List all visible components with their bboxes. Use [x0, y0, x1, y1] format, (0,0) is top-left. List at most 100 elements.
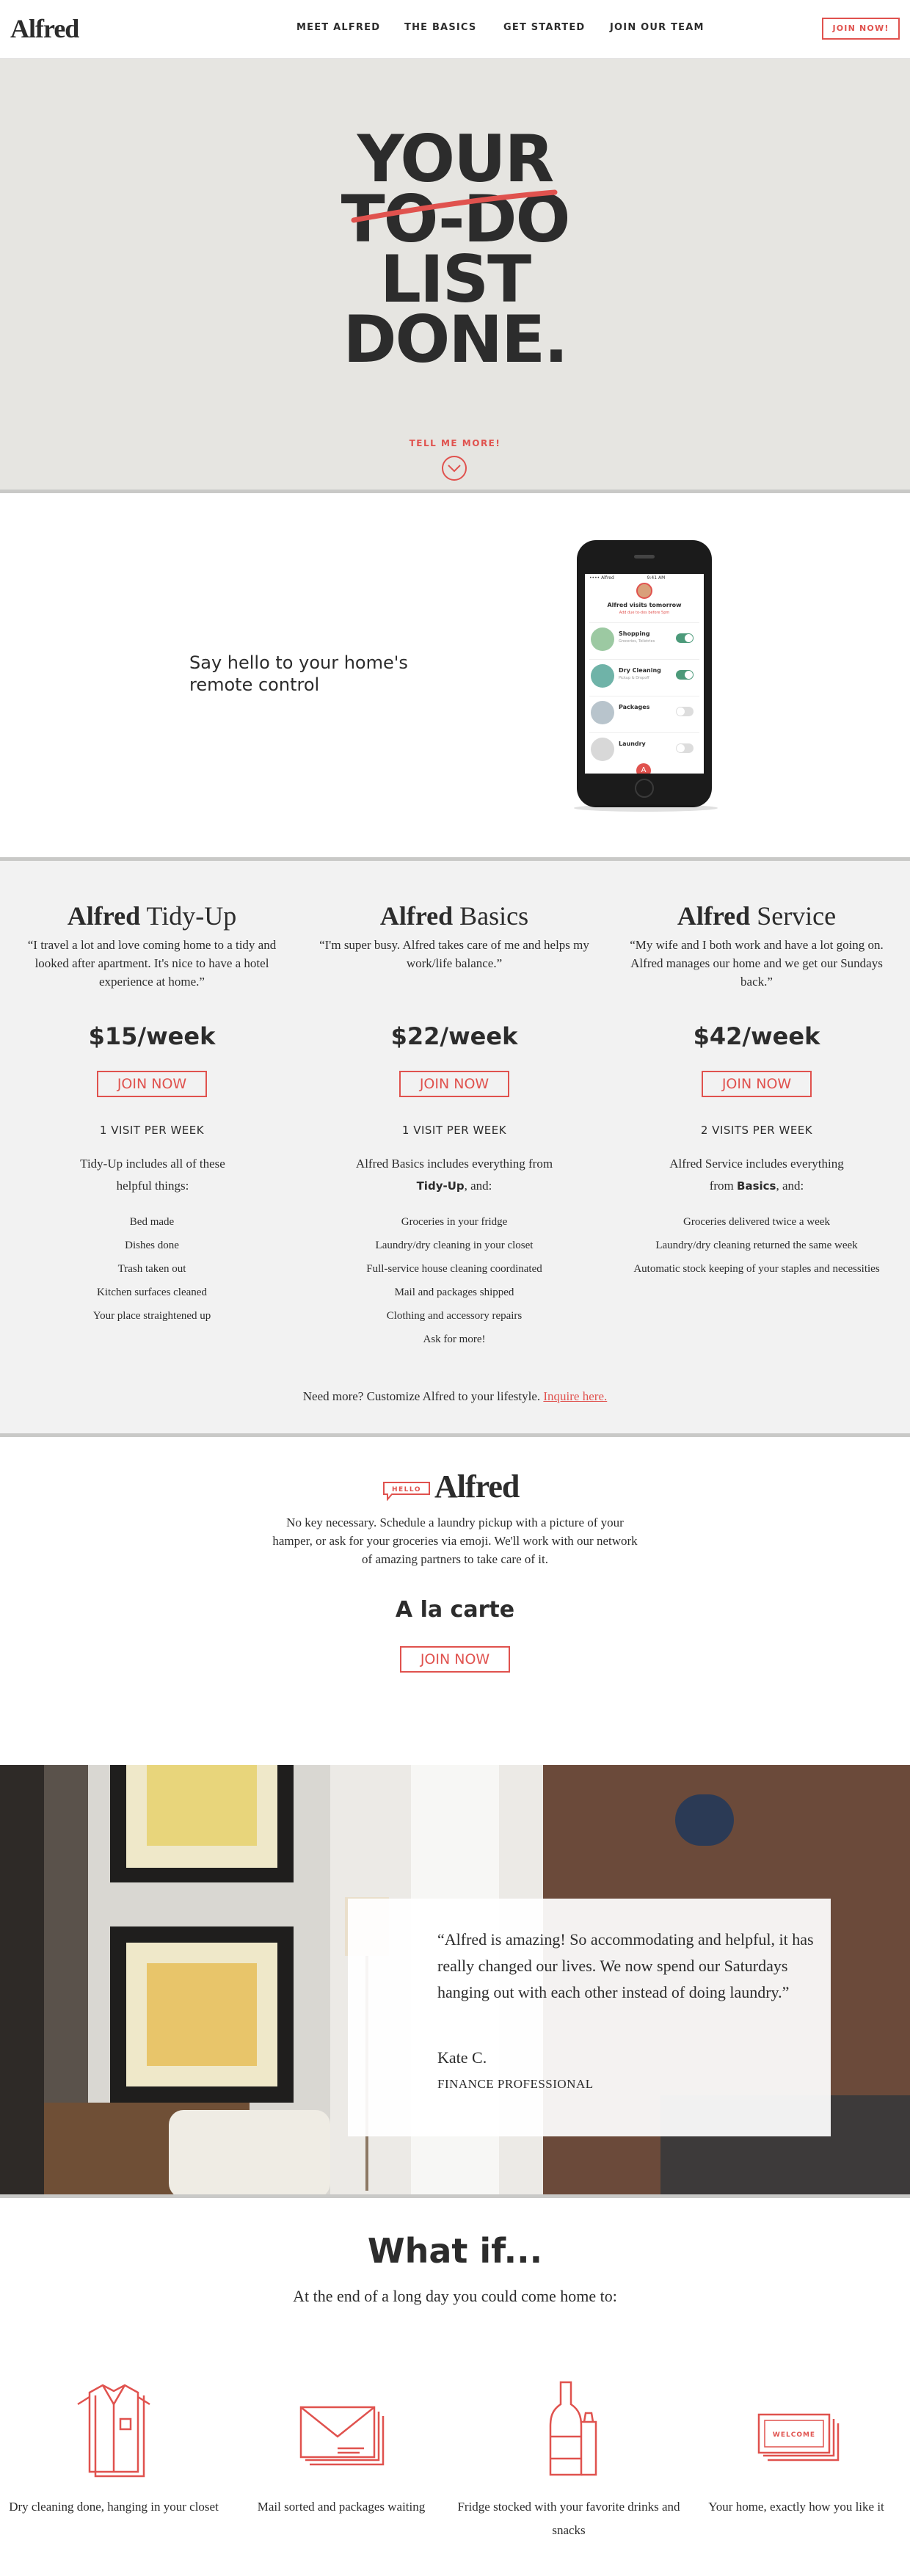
task-label: Laundry: [619, 741, 646, 747]
task-toggle[interactable]: [676, 633, 694, 643]
hello-badge-text: HELLO: [392, 1486, 421, 1493]
plan-intro: Alfred Service includes everything from …: [656, 1153, 857, 1197]
task-icon: [591, 701, 614, 724]
chevron-down-icon[interactable]: [441, 455, 467, 481]
testimonial-card: “Alfred is amazing! So accommodating and…: [348, 1899, 831, 2136]
plan-feature: Kitchen surfaces cleaned: [97, 1287, 207, 1298]
phone-status-time: 9:41 AM: [647, 575, 666, 581]
plan-intro-tail: , and:: [776, 1179, 804, 1193]
plan-price: $15/week: [88, 1022, 216, 1050]
plan-feature: Clothing and accessory repairs: [386, 1310, 523, 1322]
plan-quote: “I'm super busy. Alfred takes care of me…: [319, 938, 589, 970]
plan-brand: Alfred: [67, 901, 141, 931]
inquire-link[interactable]: Inquire here.: [543, 1389, 607, 1403]
plan-feature: Mail and packages shipped: [394, 1287, 514, 1298]
plan-visits: 2 VISITS PER WEEK: [700, 1124, 813, 1137]
plan-visits: 1 VISIT PER WEEK: [401, 1124, 507, 1137]
feature-home: WELCOME Your home, exactly how you like …: [682, 2378, 910, 2514]
phone-task-row[interactable]: Shopping Groceries, Toiletries: [589, 622, 699, 655]
nav-join-our-team[interactable]: JOIN OUR TEAM: [610, 22, 705, 33]
plan-join-button[interactable]: JOIN NOW: [399, 1071, 509, 1097]
plan-feature: Laundry/dry cleaning returned the same w…: [655, 1240, 858, 1251]
feature-dry-cleaning: Dry cleaning done, hanging in your close…: [0, 2378, 228, 2514]
testimonial-quote: “Alfred is amazing! So accommodating and…: [437, 1930, 814, 2001]
task-icon: [591, 664, 614, 688]
phone-status-carrier: •••• Alfred: [589, 575, 614, 581]
plan-brand: Alfred: [677, 901, 751, 931]
need-more-text: Need more? Customize Alfred to your life…: [0, 1389, 910, 1404]
phone-alfred-icon[interactable]: A: [636, 763, 651, 774]
task-label: Dry Cleaning: [619, 667, 661, 674]
logo[interactable]: Alfred: [10, 13, 79, 44]
plan-quote: “My wife and I both work and have a lot …: [630, 938, 884, 989]
task-toggle[interactable]: [676, 670, 694, 680]
plan-feature-list: Groceries delivered twice a week Laundry/…: [605, 1210, 909, 1281]
remote-tagline: Say hello to your home's remote control: [189, 652, 408, 695]
hero-line-done: DONE.: [343, 302, 568, 377]
phone-shadow: [574, 804, 718, 812]
task-toggle[interactable]: [676, 707, 694, 716]
plan-name: Basics: [459, 901, 529, 931]
phone-task-row[interactable]: Laundry: [589, 732, 699, 765]
plan-feature: Trash taken out: [117, 1263, 186, 1275]
plan-visits: 1 VISIT PER WEEK: [99, 1124, 205, 1137]
nav-get-started[interactable]: GET STARTED: [503, 22, 585, 33]
plan-feature: Bed made: [129, 1216, 175, 1228]
plan-intro-ref: Tidy-Up: [416, 1179, 465, 1193]
plan-feature-list: Bed made Dishes done Trash taken out Kitche…: [0, 1210, 304, 1328]
plan-quote: “I travel a lot and love coming home to …: [27, 938, 277, 989]
plan-feature: Laundry/dry cleaning in your closet: [375, 1240, 534, 1251]
a-la-carte-join-button[interactable]: JOIN NOW: [400, 1646, 510, 1673]
plan-feature-list: Groceries in your fridge Laundry/dry clea…: [302, 1210, 606, 1351]
plan-title: Alfred Tidy-Up: [0, 900, 304, 931]
plan-intro-tail: , and:: [464, 1179, 492, 1193]
plan-intro: Alfred Basics includes everything from T…: [354, 1153, 555, 1197]
phone-home-button: [635, 779, 654, 798]
tell-me-more-link[interactable]: TELL ME MORE!: [0, 438, 910, 448]
plan-price: $22/week: [390, 1022, 518, 1050]
task-toggle[interactable]: [676, 743, 694, 753]
phone-task-row[interactable]: Packages: [589, 696, 699, 728]
task-label: Shopping: [619, 630, 650, 637]
welcome-mat-text: WELCOME: [773, 2431, 815, 2439]
testimonial-name: Kate C.: [437, 2048, 487, 2067]
plan-feature: Dishes done: [125, 1240, 179, 1251]
feature-mail: Mail sorted and packages waiting: [228, 2378, 455, 2514]
feature-label: Your home, exactly how you like it: [708, 2500, 884, 2514]
feature-fridge: Fridge stocked with your favorite drinks…: [455, 2378, 682, 2537]
shirt-icon: [77, 2384, 150, 2478]
feature-label: Dry cleaning done, hanging in your close…: [9, 2500, 219, 2514]
plan-feature: Your place straightened up: [92, 1310, 211, 1322]
nav-the-basics[interactable]: THE BASICS: [404, 22, 476, 33]
plan-join-button[interactable]: JOIN NOW: [702, 1071, 812, 1097]
strikethrough-mark: [351, 189, 558, 223]
a-la-carte-title: A la carte: [395, 1597, 515, 1623]
plan-intro-text: Alfred Basics includes everything from: [355, 1157, 553, 1171]
whatif-subtitle: At the end of a long day you could come …: [293, 2287, 617, 2305]
plan-feature: Automatic stock keeping of your staples …: [633, 1263, 880, 1275]
task-label: Packages: [619, 704, 650, 710]
visit-sub: Add due to-dos before 5pm: [619, 611, 670, 615]
plan-name: Tidy-Up: [146, 901, 237, 931]
plan-feature: Ask for more!: [423, 1334, 486, 1345]
hello-badge-icon: HELLO: [383, 1482, 430, 1501]
plan-price: $42/week: [693, 1022, 820, 1050]
visit-title: Alfred visits tomorrow: [607, 602, 682, 608]
nav-meet-alfred[interactable]: MEET ALFRED: [296, 22, 380, 33]
join-now-button[interactable]: JOIN NOW!: [822, 18, 900, 40]
task-icon: [591, 627, 614, 651]
site-header: Alfred MEET ALFRED THE BASICS GET STARTE…: [0, 0, 910, 59]
task-icon: [591, 738, 614, 761]
testimonial-role: FINANCE PROFESSIONAL: [437, 2077, 594, 2091]
plan-title: Alfred Basics: [302, 900, 606, 931]
plan-join-button[interactable]: JOIN NOW: [97, 1071, 207, 1097]
phone-task-row[interactable]: Dry Cleaning Pickup & Dropoff: [589, 659, 699, 691]
envelope-icon: [299, 2406, 385, 2466]
plan-feature: Full-service house cleaning coordinated: [366, 1263, 542, 1275]
phone-screen: •••• Alfred 9:41 AM Alfred visits tomorr…: [585, 574, 704, 774]
bottle-icon: [549, 2381, 597, 2476]
phone-mockup: •••• Alfred 9:41 AM Alfred visits tomorr…: [577, 540, 712, 807]
feature-label: Mail sorted and packages waiting: [257, 2500, 426, 2514]
plan-brand: Alfred: [379, 901, 454, 931]
plan-name: Service: [757, 901, 837, 931]
